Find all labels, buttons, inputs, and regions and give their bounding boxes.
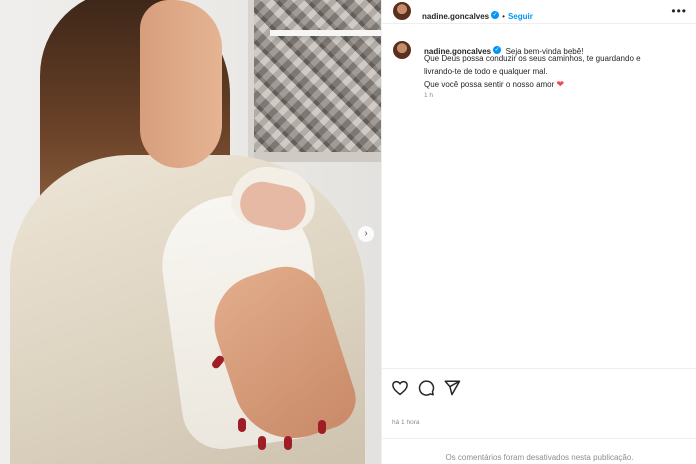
caption-line: livrando-te de todo e qualquer mal. (424, 66, 548, 76)
send-icon[interactable] (443, 379, 461, 397)
avatar[interactable] (393, 2, 411, 20)
action-bar (382, 368, 696, 408)
heart-outline-icon[interactable] (391, 379, 409, 397)
comments-disabled-notice: Os comentários foram desativados nesta p… (382, 438, 696, 464)
post-timestamp: há 1 hora (392, 419, 420, 426)
red-nail (258, 436, 266, 450)
red-nail (318, 420, 326, 434)
avatar[interactable] (393, 41, 411, 59)
heart-emoji: ❤ (556, 79, 565, 89)
dot-separator: • (502, 12, 505, 21)
caption-line: Que você possa sentir o nosso amor (424, 80, 555, 89)
caption-line-with-emoji: Que você possa sentir o nosso amor ❤ (424, 78, 686, 92)
caption-time: 1 h (424, 92, 434, 99)
more-horizontal-icon[interactable]: ••• (671, 4, 687, 18)
wall-shelf (270, 30, 381, 36)
woman-face (140, 0, 222, 168)
red-nail (238, 418, 246, 432)
wall-art-panel (248, 0, 381, 162)
header-user-row: nadine.goncalves ✓ • Seguir (422, 6, 533, 24)
chevron-right-icon[interactable]: › (358, 226, 374, 242)
post-header: nadine.goncalves ✓ • Seguir ••• (382, 0, 696, 24)
post-side-panel: nadine.goncalves ✓ • Seguir ••• nadine.gonc… (381, 0, 696, 464)
verified-badge-icon: ✓ (491, 10, 500, 19)
caption-line: Que Deus possa conduzir os seus caminhos… (424, 54, 641, 63)
comment-icon[interactable] (417, 379, 435, 397)
header-username[interactable]: nadine.goncalves (422, 12, 489, 21)
post-photo[interactable]: › (0, 0, 381, 464)
red-nail (284, 436, 292, 450)
follow-button[interactable]: Seguir (508, 12, 533, 21)
caption-body: Que Deus possa conduzir os seus caminhos… (424, 53, 686, 92)
